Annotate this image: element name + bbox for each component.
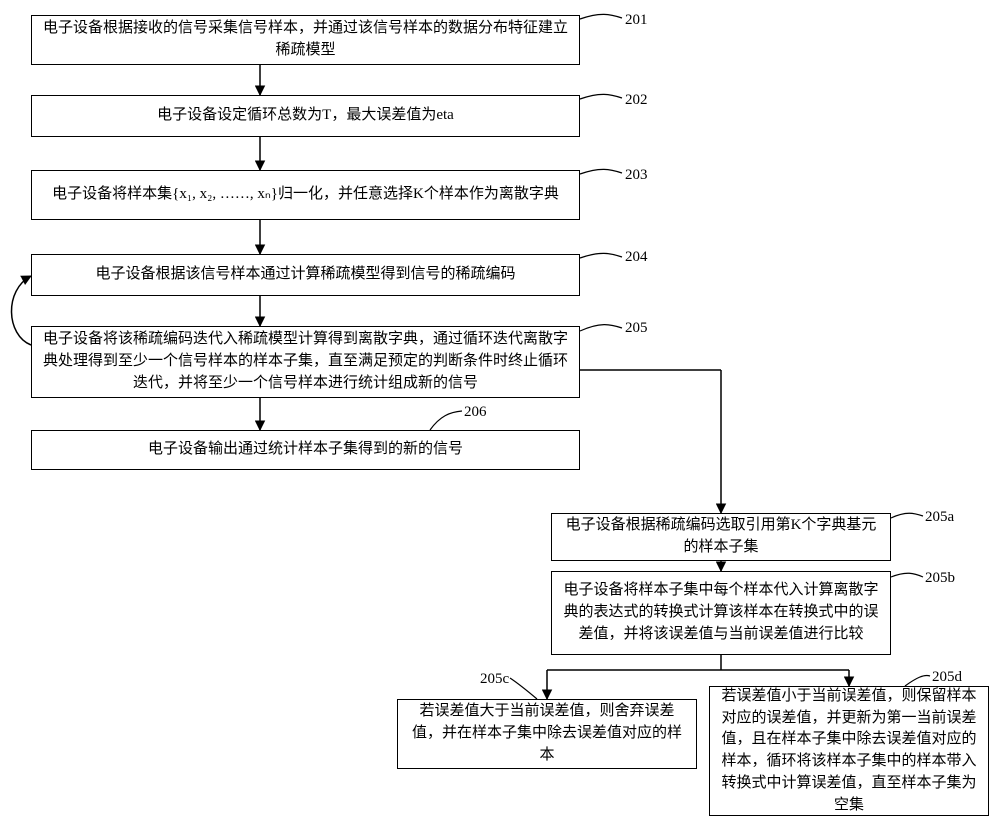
label-205c: 205c (480, 671, 509, 688)
step-206-text: 电子设备输出通过统计样本子集得到的新的信号 (148, 439, 463, 461)
step-205c: 若误差值大于当前误差值，则舍弃误差值，并在样本子集中除去误差值对应的样本 (397, 699, 697, 769)
step-205d-text: 若误差值小于当前误差值，则保留样本对应的误差值，并更新为第一当前误差值，且在样本… (718, 686, 980, 817)
label-201: 201 (625, 12, 648, 29)
step-205d: 若误差值小于当前误差值，则保留样本对应的误差值，并更新为第一当前误差值，且在样本… (709, 686, 989, 816)
step-205b: 电子设备将样本子集中每个样本代入计算离散字典的表达式的转换式计算该样本在转换式中… (551, 571, 891, 655)
label-203: 203 (625, 167, 648, 184)
step-205b-text: 电子设备将样本子集中每个样本代入计算离散字典的表达式的转换式计算该样本在转换式中… (560, 580, 882, 645)
label-206: 206 (464, 404, 487, 421)
step-205c-text: 若误差值大于当前误差值，则舍弃误差值，并在样本子集中除去误差值对应的样本 (406, 701, 688, 766)
step-202-text: 电子设备设定循环总数为T，最大误差值为eta (157, 105, 454, 127)
label-205b: 205b (925, 570, 955, 587)
step-204-text: 电子设备根据该信号样本通过计算稀疏模型得到信号的稀疏编码 (95, 264, 515, 286)
step-203: 电子设备将样本集{x₁, x₂, ……, xₙ}归一化，并任意选择K个样本作为离… (31, 170, 580, 220)
step-203-text: 电子设备将样本集{x₁, x₂, ……, xₙ}归一化，并任意选择K个样本作为离… (52, 184, 559, 206)
label-205d: 205d (932, 669, 962, 686)
step-205a: 电子设备根据稀疏编码选取引用第K个字典基元的样本子集 (551, 513, 891, 561)
label-205a: 205a (925, 509, 954, 526)
step-202: 电子设备设定循环总数为T，最大误差值为eta (31, 95, 580, 137)
step-201: 电子设备根据接收的信号采集信号样本，并通过该信号样本的数据分布特征建立稀疏模型 (31, 15, 580, 65)
step-205a-text: 电子设备根据稀疏编码选取引用第K个字典基元的样本子集 (560, 515, 882, 559)
step-201-text: 电子设备根据接收的信号采集信号样本，并通过该信号样本的数据分布特征建立稀疏模型 (40, 18, 571, 62)
label-205: 205 (625, 320, 648, 337)
label-204: 204 (625, 249, 648, 266)
label-202: 202 (625, 92, 648, 109)
step-205: 电子设备将该稀疏编码迭代入稀疏模型计算得到离散字典，通过循环迭代离散字典处理得到… (31, 326, 580, 398)
step-205-text: 电子设备将该稀疏编码迭代入稀疏模型计算得到离散字典，通过循环迭代离散字典处理得到… (40, 329, 571, 394)
step-204: 电子设备根据该信号样本通过计算稀疏模型得到信号的稀疏编码 (31, 254, 580, 296)
step-206: 电子设备输出通过统计样本子集得到的新的信号 (31, 430, 580, 470)
